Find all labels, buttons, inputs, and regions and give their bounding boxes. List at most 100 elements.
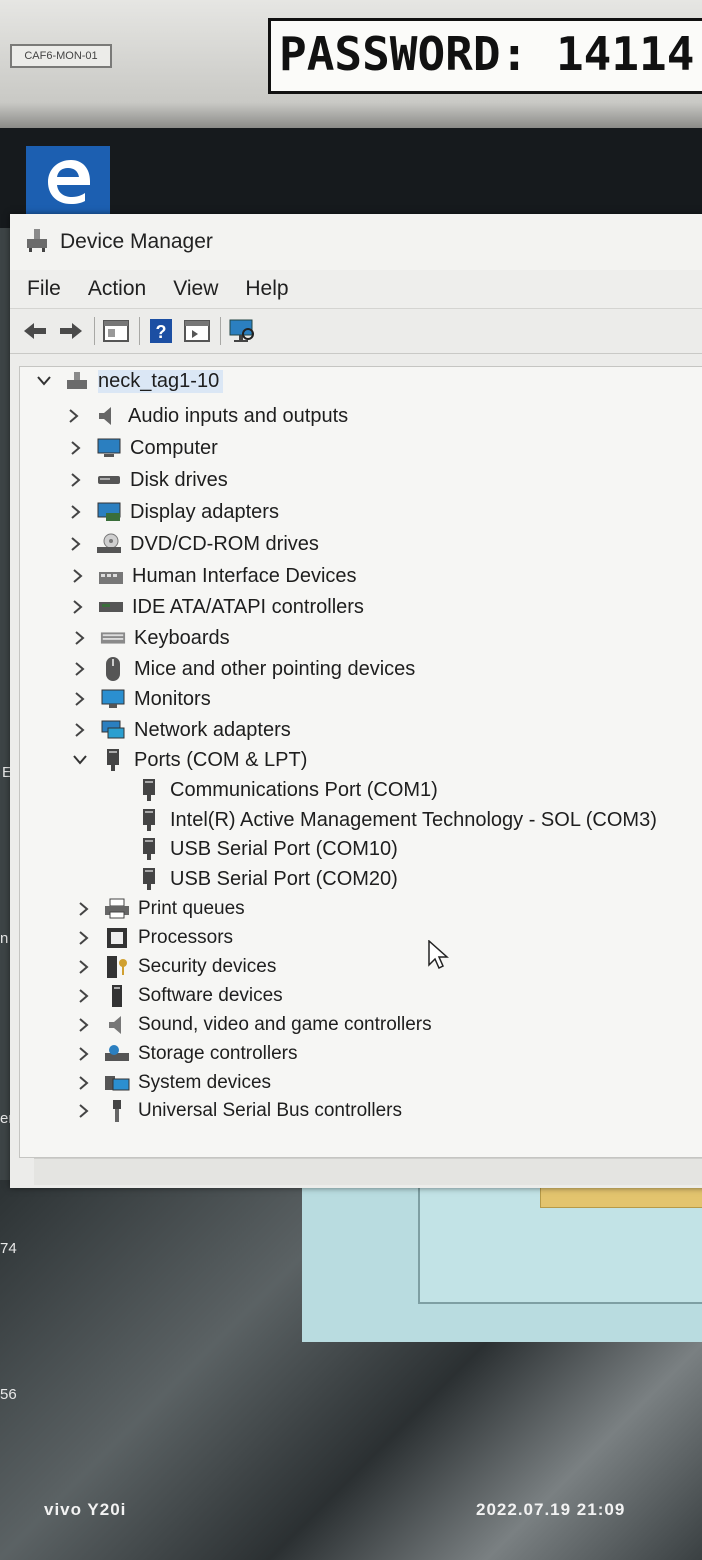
tree-item-label: Computer [130, 436, 218, 459]
tree-item-audio[interactable]: Audio inputs and outputs [66, 402, 348, 430]
processor-icon [104, 926, 130, 950]
tree-item-ports[interactable]: Ports (COM & LPT) [72, 746, 307, 774]
tree-item-label: Human Interface Devices [132, 564, 357, 587]
software-device-icon [104, 984, 130, 1008]
chevron-right-icon[interactable] [72, 722, 88, 738]
tree-item-label: DVD/CD-ROM drives [130, 532, 319, 555]
tree-item-keyboards[interactable]: Keyboards [72, 624, 230, 652]
svg-text:?: ? [156, 322, 167, 342]
disk-drive-icon [96, 468, 122, 492]
network-adapter-icon [100, 718, 126, 742]
display-adapter-icon [96, 500, 122, 524]
tree-item-sound-controllers[interactable]: Sound, video and game controllers [76, 1011, 432, 1039]
tree-item-label: Audio inputs and outputs [128, 404, 349, 427]
port-icon [136, 867, 162, 891]
toolbar-separator [94, 317, 95, 345]
toolbar: ? [10, 309, 702, 354]
security-device-icon [104, 955, 130, 979]
tree-item-processors[interactable]: Processors [76, 924, 233, 952]
chevron-right-icon[interactable] [68, 472, 84, 488]
tree-item-label: Display adapters [130, 500, 279, 523]
menu-action[interactable]: Action [88, 277, 146, 301]
chevron-right-icon[interactable] [68, 504, 84, 520]
chevron-right-icon[interactable] [76, 1103, 92, 1119]
tree-item-com3[interactable]: Intel(R) Active Management Technology - … [136, 806, 657, 834]
tree-item-com10[interactable]: USB Serial Port (COM10) [136, 835, 398, 863]
port-icon [100, 748, 126, 772]
device-tree: neck_tag1-10 Audio inputs and outputs Co… [19, 366, 702, 1158]
tree-item-system-devices[interactable]: System devices [76, 1069, 271, 1097]
root-label: neck_tag1-10 [98, 369, 224, 393]
properties-icon[interactable] [101, 316, 131, 346]
tree-item-label: Processors [138, 927, 234, 948]
tree-item-com1[interactable]: Communications Port (COM1) [136, 776, 438, 804]
chevron-right-icon[interactable] [66, 408, 82, 424]
tree-item-security-devices[interactable]: Security devices [76, 953, 276, 981]
tree-item-monitors[interactable]: Monitors [72, 685, 211, 713]
title-bar[interactable]: Device Manager [10, 214, 702, 270]
background-window [302, 1180, 702, 1342]
chevron-right-icon[interactable] [72, 661, 88, 677]
computer-root-icon [64, 369, 90, 393]
chevron-right-icon[interactable] [70, 599, 86, 615]
tree-item-label: Storage controllers [138, 1043, 298, 1064]
chevron-right-icon[interactable] [76, 901, 92, 917]
scan-hardware-icon[interactable] [227, 316, 257, 346]
tree-item-software-devices[interactable]: Software devices [76, 982, 283, 1010]
tree-item-print-queues[interactable]: Print queues [76, 895, 245, 923]
desktop-edge-text: n [0, 930, 9, 947]
tree-item-disk-drives[interactable]: Disk drives [68, 466, 228, 494]
help-icon[interactable]: ? [146, 316, 176, 346]
tree-item-ide-controllers[interactable]: IDE ATA/ATAPI controllers [70, 593, 364, 621]
edge-browser-icon[interactable] [26, 146, 110, 218]
menu-view[interactable]: View [173, 277, 218, 301]
chevron-right-icon[interactable] [68, 440, 84, 456]
chevron-right-icon[interactable] [76, 1075, 92, 1091]
speaker-icon [94, 404, 120, 428]
chevron-right-icon[interactable] [70, 568, 86, 584]
chevron-down-icon[interactable] [72, 752, 88, 768]
tree-item-com20[interactable]: USB Serial Port (COM20) [136, 865, 398, 893]
menu-help[interactable]: Help [245, 277, 288, 301]
tree-item-label: Security devices [138, 956, 277, 977]
tree-item-mice[interactable]: Mice and other pointing devices [72, 655, 415, 683]
password-sticker: PASSWORD: 14114 [268, 18, 702, 94]
chevron-down-icon[interactable] [36, 373, 52, 389]
tree-item-label: Ports (COM & LPT) [134, 748, 308, 771]
camera-device-watermark: vivo Y20i [44, 1500, 127, 1519]
device-manager-app-icon [24, 227, 50, 258]
tree-item-network-adapters[interactable]: Network adapters [72, 716, 291, 744]
chevron-right-icon[interactable] [76, 930, 92, 946]
chevron-right-icon[interactable] [76, 1017, 92, 1033]
chevron-right-icon[interactable] [68, 536, 84, 552]
tree-item-dvd-drives[interactable]: DVD/CD-ROM drives [68, 530, 319, 558]
chevron-right-icon[interactable] [72, 630, 88, 646]
menu-file[interactable]: File [27, 277, 61, 301]
keyboard-icon [100, 626, 126, 650]
mouse-cursor-icon [428, 939, 450, 975]
tree-item-label: Communications Port (COM1) [170, 778, 438, 801]
tree-item-label: Software devices [138, 985, 283, 1006]
tree-item-usb-controllers[interactable]: Universal Serial Bus controllers [76, 1097, 402, 1125]
chevron-right-icon[interactable] [76, 988, 92, 1004]
tree-item-label: Intel(R) Active Management Technology - … [170, 808, 657, 831]
speaker-icon [104, 1013, 130, 1037]
tree-item-storage-controllers[interactable]: Storage controllers [76, 1040, 297, 1068]
back-arrow-icon[interactable] [20, 316, 50, 346]
tree-root[interactable]: neck_tag1-10 [36, 367, 224, 395]
camera-timestamp-watermark: 2022.07.19 21:09 [476, 1500, 626, 1519]
tree-item-label: Disk drives [130, 468, 228, 491]
tree-item-hid[interactable]: Human Interface Devices [70, 562, 357, 590]
show-hidden-icon[interactable] [182, 316, 212, 346]
tree-item-label: Universal Serial Bus controllers [138, 1100, 402, 1121]
tree-item-label: Mice and other pointing devices [134, 657, 416, 680]
tree-item-display-adapters[interactable]: Display adapters [68, 498, 279, 526]
chevron-right-icon[interactable] [76, 959, 92, 975]
window-title: Device Manager [60, 230, 213, 253]
usb-icon [104, 1099, 130, 1123]
chevron-right-icon[interactable] [72, 691, 88, 707]
tree-item-computer[interactable]: Computer [68, 434, 218, 462]
chevron-right-icon[interactable] [76, 1046, 92, 1062]
forward-arrow-icon[interactable] [56, 316, 86, 346]
ide-controller-icon [98, 595, 124, 619]
